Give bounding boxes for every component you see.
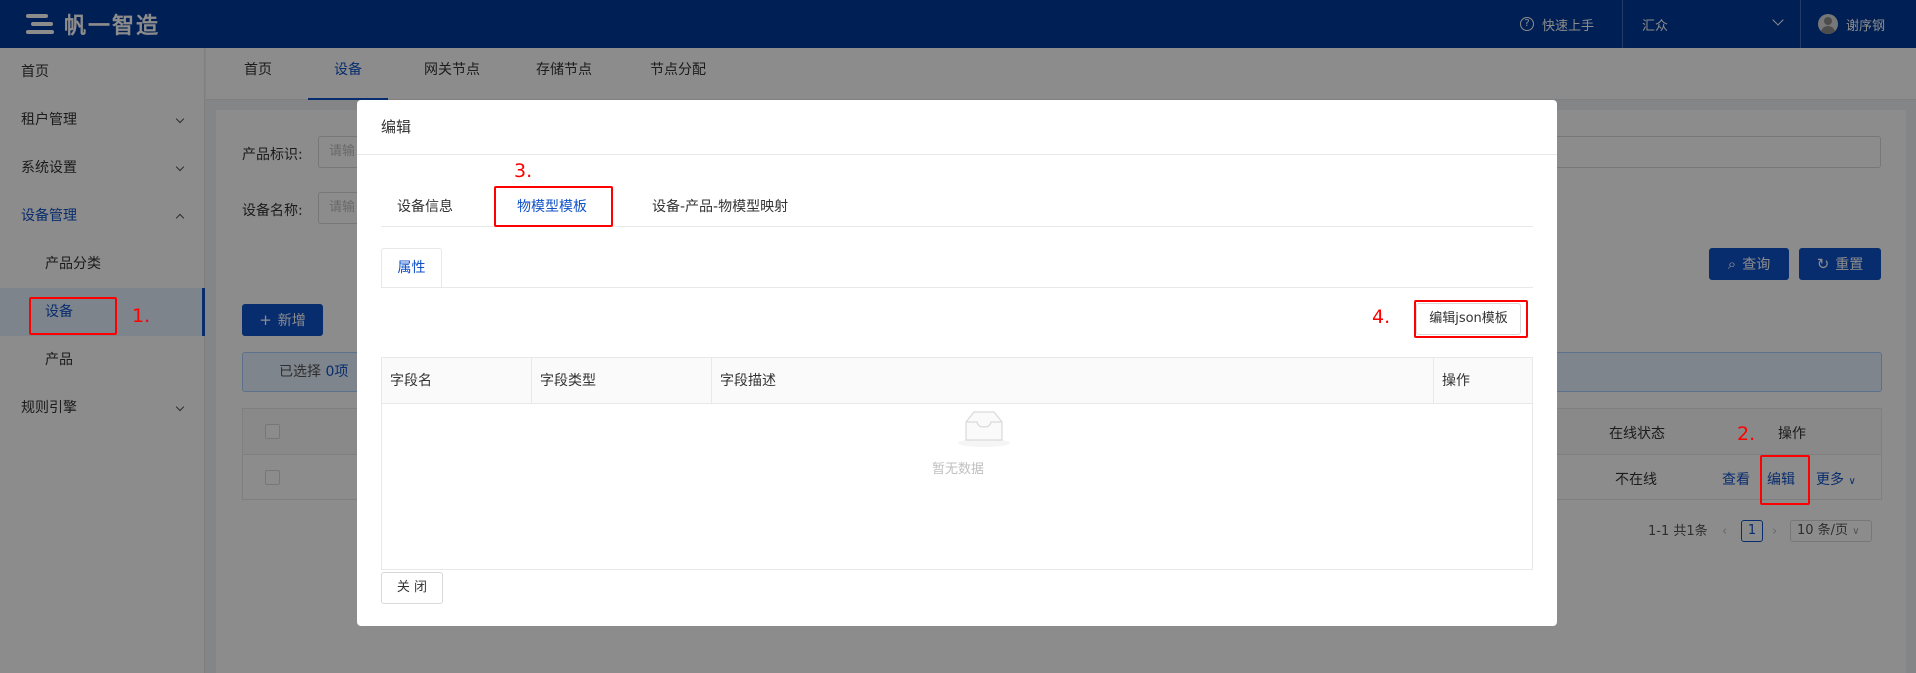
properties-table: 字段名 字段类型 字段描述 操作 暂无数据 bbox=[381, 357, 1533, 570]
tab-properties[interactable]: 属性 bbox=[381, 248, 442, 288]
annotation-number-1: 1. bbox=[132, 305, 151, 327]
column-field-name: 字段名 bbox=[382, 358, 532, 404]
annotation-number-2: 2. bbox=[1737, 423, 1756, 445]
annotation-number-3: 3. bbox=[514, 160, 533, 182]
card-tabs-divider bbox=[381, 287, 1533, 288]
divider bbox=[357, 154, 1557, 155]
annotation-number-4: 4. bbox=[1372, 306, 1391, 328]
tab-device-info[interactable]: 设备信息 bbox=[397, 196, 453, 216]
annotation-box-1 bbox=[29, 297, 117, 335]
edit-modal: 编辑 设备信息 物模型模板 设备-产品-物模型映射 属性 编辑json模板 字段… bbox=[357, 100, 1557, 626]
modal-title: 编辑 bbox=[381, 118, 412, 136]
column-actions: 操作 bbox=[1434, 358, 1532, 404]
column-field-description: 字段描述 bbox=[712, 358, 1434, 404]
annotation-box-4 bbox=[1414, 300, 1528, 338]
empty-text: 暂无数据 bbox=[931, 462, 984, 477]
empty-inbox-icon bbox=[958, 411, 1010, 447]
tab-device-product-mapping[interactable]: 设备-产品-物模型映射 bbox=[652, 196, 788, 216]
close-button[interactable]: 关 闭 bbox=[381, 572, 443, 604]
column-field-type: 字段类型 bbox=[532, 358, 712, 404]
annotation-box-3 bbox=[494, 186, 613, 227]
annotation-box-2 bbox=[1760, 455, 1810, 505]
